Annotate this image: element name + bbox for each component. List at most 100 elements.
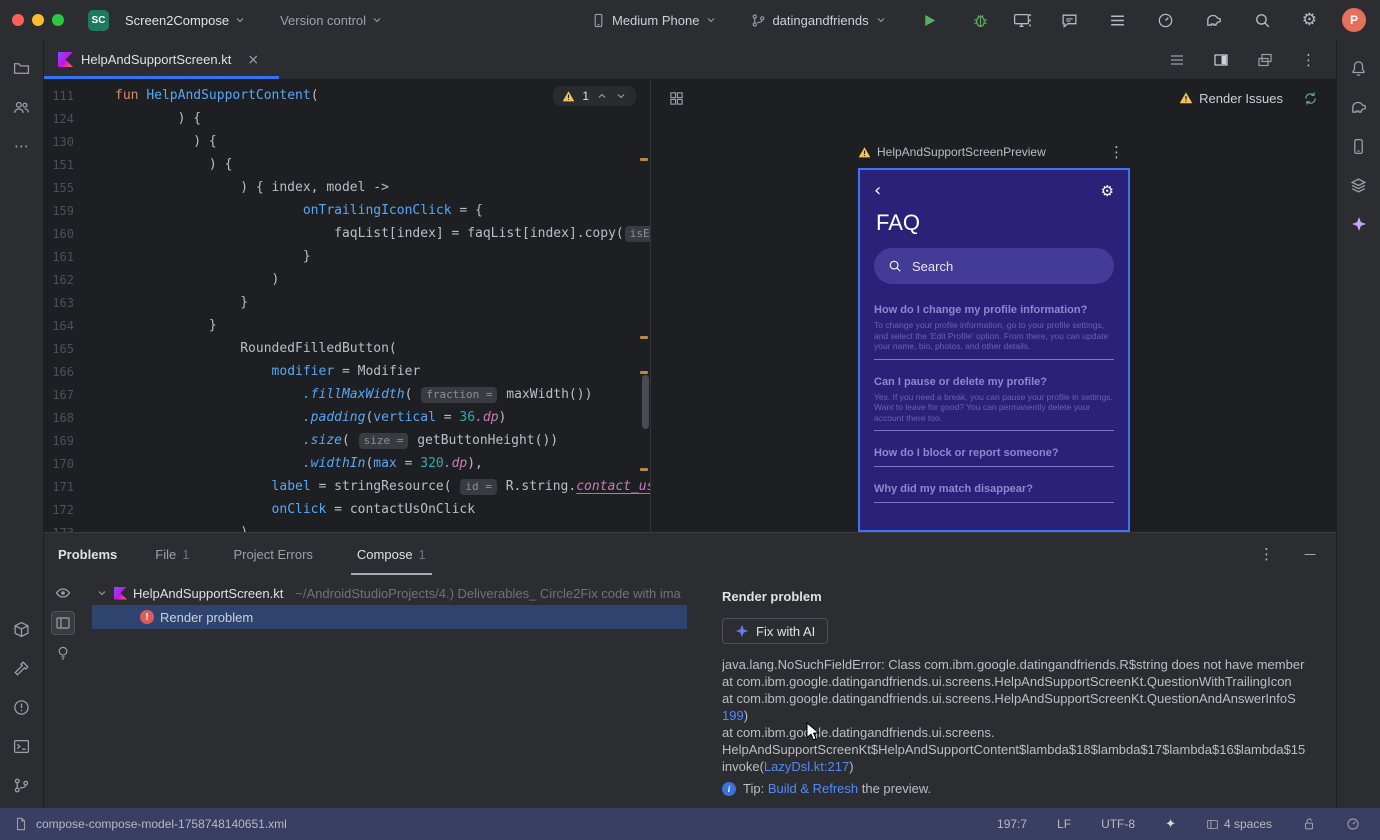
- line-number[interactable]: 162: [44, 273, 74, 287]
- indent-widget[interactable]: 4 spaces: [1200, 816, 1278, 832]
- code-line[interactable]: 155 ) { index, model ->: [44, 176, 650, 199]
- line-number[interactable]: 172: [44, 503, 74, 517]
- stack-link[interactable]: 199: [722, 708, 744, 723]
- tree-problem-row[interactable]: ! Render problem: [92, 605, 687, 629]
- build-refresh-button[interactable]: [1297, 90, 1324, 107]
- profiler-button[interactable]: [1151, 11, 1180, 30]
- render-issues-button[interactable]: Render Issues: [1173, 90, 1289, 107]
- notifications-tool-button[interactable]: [1343, 52, 1375, 84]
- stack-link[interactable]: LazyDsl.kt:217: [764, 759, 849, 774]
- preview-issue-button[interactable]: [51, 581, 75, 605]
- tree-file-row[interactable]: HelpAndSupportScreen.kt ~/AndroidStudioP…: [82, 581, 710, 605]
- quick-fix-button[interactable]: [51, 641, 75, 665]
- memory-indicator[interactable]: [1340, 816, 1366, 832]
- tab-compose[interactable]: Compose 1: [350, 533, 432, 575]
- line-number[interactable]: 167: [44, 388, 74, 402]
- user-avatar[interactable]: P: [1342, 8, 1366, 32]
- split-mode-button[interactable]: [1207, 51, 1235, 69]
- dependencies-tool-button[interactable]: [6, 613, 38, 645]
- next-issue-button[interactable]: [615, 90, 627, 102]
- show-details-button[interactable]: [51, 611, 75, 635]
- problems-tool-button[interactable]: [6, 691, 38, 723]
- code-line[interactable]: 165 RoundedFilledButton(: [44, 337, 650, 360]
- search-everywhere-button[interactable]: [1248, 11, 1277, 30]
- branch-selector[interactable]: datingandfriends: [745, 12, 892, 29]
- run-button[interactable]: [915, 11, 944, 30]
- code-line[interactable]: 173 ): [44, 521, 650, 532]
- code-line[interactable]: 130 ) {: [44, 130, 650, 153]
- gemini-tool-button[interactable]: [1343, 208, 1375, 240]
- line-number[interactable]: 170: [44, 457, 74, 471]
- close-tab-button[interactable]: ×: [241, 51, 265, 69]
- fix-with-ai-button[interactable]: Fix with AI: [722, 618, 829, 644]
- code-line[interactable]: 167 .fillMaxWidth( fraction = maxWidth()…: [44, 383, 650, 406]
- gradle-sync-button[interactable]: [1199, 10, 1229, 30]
- code-line[interactable]: 166 modifier = Modifier: [44, 360, 650, 383]
- code-editor[interactable]: 111 fun HelpAndSupportContent(124 ) {130 …: [44, 80, 650, 532]
- line-number[interactable]: 168: [44, 411, 74, 425]
- code-line[interactable]: 159 onTrailingIconClick = {: [44, 199, 650, 222]
- task-list-button[interactable]: [1103, 11, 1132, 30]
- tab-project-errors[interactable]: Project Errors: [227, 533, 318, 575]
- line-number[interactable]: 159: [44, 204, 74, 218]
- tab-help-and-support-screen[interactable]: HelpAndSupportScreen.kt ×: [44, 40, 280, 79]
- zoom-window-button[interactable]: [52, 14, 64, 26]
- warning-stripe-mark[interactable]: [640, 468, 648, 471]
- line-number[interactable]: 155: [44, 181, 74, 195]
- line-number[interactable]: 164: [44, 319, 74, 333]
- resource-manager-tool-button[interactable]: [1343, 169, 1375, 201]
- minimize-window-button[interactable]: [32, 14, 44, 26]
- code-line[interactable]: 171 label = stringResource( id = R.strin…: [44, 475, 650, 498]
- caret-position-widget[interactable]: 197:7: [991, 816, 1033, 832]
- build-refresh-link[interactable]: Build & Refresh: [768, 781, 858, 796]
- warning-stripe-mark[interactable]: [640, 158, 648, 161]
- more-tools-button[interactable]: ⋯: [6, 130, 38, 162]
- code-line[interactable]: 124 ) {: [44, 107, 650, 130]
- ai-assistant-button[interactable]: [1055, 11, 1084, 30]
- editor-options-button[interactable]: ⋮: [1295, 50, 1322, 70]
- line-number[interactable]: 165: [44, 342, 74, 356]
- preview-options-button[interactable]: ⋮: [1103, 142, 1130, 162]
- line-number[interactable]: 163: [44, 296, 74, 310]
- editor-scrollbar[interactable]: [642, 375, 649, 429]
- code-line[interactable]: 168 .padding(vertical = 36.dp): [44, 406, 650, 429]
- line-number[interactable]: 171: [44, 480, 74, 494]
- code-line[interactable]: 162 ): [44, 268, 650, 291]
- code-line[interactable]: 163 }: [44, 291, 650, 314]
- code-line[interactable]: 169 .size( size = getButtonHeight()): [44, 429, 650, 452]
- inspection-widget[interactable]: 1: [553, 86, 636, 106]
- git-tool-button[interactable]: [6, 769, 38, 801]
- code-mode-button[interactable]: [1163, 51, 1191, 69]
- device-preview-frame[interactable]: ‹ ⚙ FAQ Search How do I change my profil…: [858, 168, 1130, 532]
- hide-panel-button[interactable]: —: [1298, 546, 1322, 562]
- warning-stripe-mark[interactable]: [640, 336, 648, 339]
- settings-button[interactable]: ⚙: [1296, 9, 1323, 31]
- code-line[interactable]: 172 onClick = contactUsOnClick: [44, 498, 650, 521]
- prev-issue-button[interactable]: [596, 90, 608, 102]
- device-selector[interactable]: Medium Phone: [585, 12, 723, 29]
- readonly-toggle[interactable]: [1296, 816, 1322, 832]
- encoding-widget[interactable]: UTF-8: [1095, 816, 1141, 832]
- device-manager-tool-button[interactable]: [1343, 130, 1375, 162]
- line-number[interactable]: 111: [44, 89, 74, 103]
- preview-layout-button[interactable]: [663, 90, 690, 107]
- project-tool-button[interactable]: [6, 52, 38, 84]
- line-number[interactable]: 151: [44, 158, 74, 172]
- panel-options-button[interactable]: ⋮: [1253, 544, 1280, 564]
- collab-tool-button[interactable]: [6, 91, 38, 123]
- line-number[interactable]: 160: [44, 227, 74, 241]
- terminal-tool-button[interactable]: [6, 730, 38, 762]
- close-window-button[interactable]: [12, 14, 24, 26]
- gradle-tool-button[interactable]: [1343, 91, 1375, 123]
- line-ending-widget[interactable]: LF: [1051, 816, 1077, 832]
- line-number[interactable]: 169: [44, 434, 74, 448]
- code-line[interactable]: 151 ) {: [44, 153, 650, 176]
- build-tool-button[interactable]: [6, 652, 38, 684]
- warning-stripe-mark[interactable]: [640, 371, 648, 374]
- code-line[interactable]: 170 .widthIn(max = 320.dp),: [44, 452, 650, 475]
- vcs-selector[interactable]: Version control: [274, 12, 389, 29]
- code-line[interactable]: 164 }: [44, 314, 650, 337]
- preview-mode-button[interactable]: [1251, 51, 1279, 69]
- project-selector[interactable]: Screen2Compose: [119, 12, 252, 29]
- running-devices-button[interactable]: [1007, 11, 1036, 30]
